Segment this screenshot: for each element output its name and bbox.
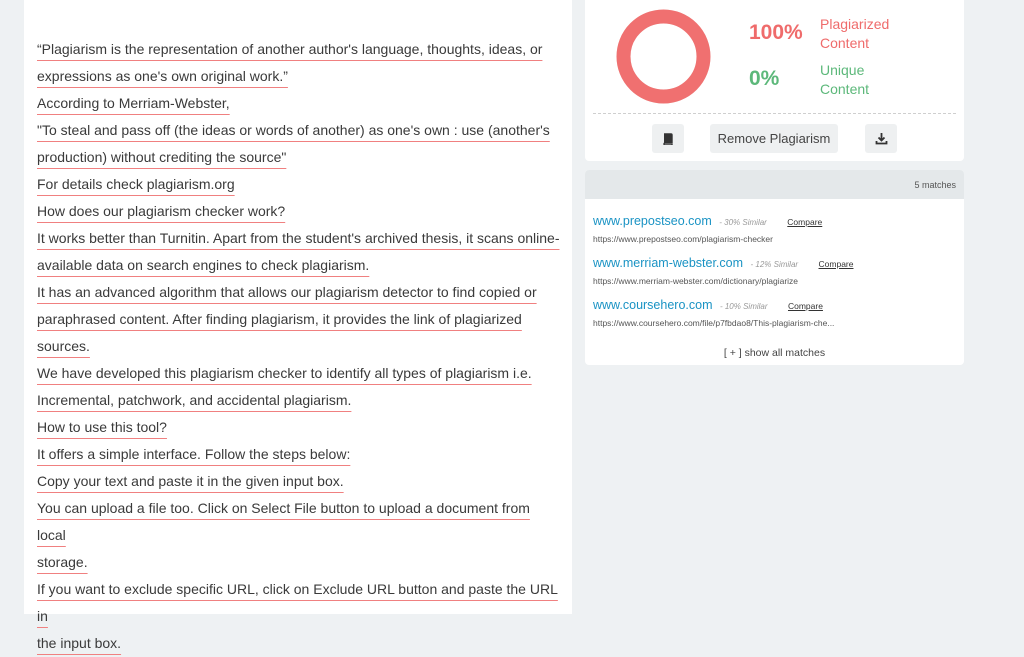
plagiarized-text-line: It works better than Turnitin. Apart fro…: [37, 230, 560, 246]
text-panel: “Plagiarism is the representation of ano…: [24, 0, 572, 651]
text-paragraph: “Plagiarism is the representation of ano…: [37, 36, 562, 90]
plagiarized-text-line: available data on search engines to chec…: [37, 257, 370, 273]
text-paragraph: How does our plagiarism checker work?: [37, 198, 562, 225]
plagiarized-text-line: If you want to exclude specific URL, cli…: [37, 581, 558, 624]
compare-link[interactable]: Compare: [787, 217, 822, 227]
text-paragraph: It offers a simple interface. Follow the…: [37, 441, 562, 468]
plagiarized-text-line: You can upload a file too. Click on Sele…: [37, 500, 530, 543]
download-icon: [875, 133, 887, 145]
plagiarized-text-line: It has an advanced algorithm that allows…: [37, 284, 537, 300]
match-url: https://www.prepostseo.com/plagiarism-ch…: [593, 234, 773, 244]
match-item: www.merriam-webster.com - 12% Similar Co…: [593, 254, 853, 286]
text-paragraph: According to Merriam-Webster,: [37, 90, 562, 117]
text-paragraph: "To steal and pass off (the ideas or wor…: [37, 117, 562, 171]
plagiarized-text-line: We have developed this plagiarism checke…: [37, 365, 532, 381]
text-paragraph: You can upload a file too. Click on Sele…: [37, 495, 562, 576]
text-paragraph: Copy your text and paste it in the given…: [37, 468, 562, 495]
plagiarized-percentage: 100%: [749, 21, 803, 44]
plagiarized-text-line: production) without crediting the source…: [37, 149, 287, 165]
checked-text: “Plagiarism is the representation of ano…: [37, 36, 562, 657]
text-paragraph: For details check plagiarism.org: [37, 171, 562, 198]
text-paragraph: It works better than Turnitin. Apart fro…: [37, 225, 562, 279]
unique-percentage: 0%: [749, 67, 780, 90]
plagiarized-text-line: Incremental, patchwork, and accidental p…: [37, 392, 352, 408]
compare-link[interactable]: Compare: [788, 301, 823, 311]
show-all-matches-link[interactable]: [ + ] show all matches: [585, 347, 964, 359]
download-button[interactable]: [865, 124, 897, 153]
text-paragraph: How to use this tool?: [37, 414, 562, 441]
matches-card: 5 matches www.prepostseo.com - 30% Simil…: [585, 170, 964, 365]
unique-label: Unique Content: [820, 62, 870, 97]
plagiarized-text-line: "To steal and pass off (the ideas or wor…: [37, 122, 550, 138]
result-card: 100% Plagiarized Content 0% Unique Conte…: [585, 0, 964, 161]
text-paragraph: We have developed this plagiarism checke…: [37, 360, 562, 414]
divider: [593, 113, 956, 114]
plagiarized-text-line: It offers a simple interface. Follow the…: [37, 446, 351, 462]
match-item: www.coursehero.com - 10% Similar Compare…: [593, 296, 834, 328]
match-similarity: - 12% Similar: [750, 260, 799, 269]
plagiarized-text-line: Copy your text and paste it in the given…: [37, 473, 344, 489]
book-button[interactable]: [652, 124, 684, 153]
match-item: www.prepostseo.com - 30% Similar Compare…: [593, 212, 822, 244]
match-domain-link[interactable]: www.coursehero.com: [593, 298, 713, 312]
plagiarized-label: Plagiarized Content: [820, 16, 890, 51]
compare-link[interactable]: Compare: [819, 259, 854, 269]
plagiarized-text-line: According to Merriam-Webster,: [37, 95, 230, 111]
plagiarized-text-line: the input box.: [37, 635, 122, 651]
plagiarized-text-line: How does our plagiarism checker work?: [37, 203, 286, 219]
plagiarized-text-line: For details check plagiarism.org: [37, 176, 235, 192]
book-icon: [663, 132, 673, 145]
match-similarity: - 10% Similar: [719, 302, 768, 311]
donut-plagiarized-arc: [616, 9, 711, 104]
plagiarized-text-line: How to use this tool?: [37, 419, 167, 435]
plagiarized-text-line: sources.: [37, 338, 90, 354]
plagiarized-text-line: “Plagiarism is the representation of ano…: [37, 41, 543, 57]
match-domain-link[interactable]: www.prepostseo.com: [593, 214, 712, 228]
match-url: https://www.coursehero.com/file/p7fbdao8…: [593, 318, 835, 328]
text-paragraph: If you want to exclude specific URL, cli…: [37, 576, 562, 657]
plagiarized-text-line: paraphrased content. After finding plagi…: [37, 311, 522, 327]
match-similarity: - 30% Similar: [719, 218, 767, 227]
plagiarism-donut-chart: [616, 9, 711, 104]
match-url: https://www.merriam-webster.com/dictiona…: [593, 276, 799, 286]
plagiarized-text-line: storage.: [37, 554, 88, 570]
remove-plagiarism-button[interactable]: Remove Plagiarism: [710, 124, 838, 153]
matches-count: 5 matches: [914, 179, 956, 190]
match-domain-link[interactable]: www.merriam-webster.com: [593, 256, 743, 270]
matches-header: 5 matches: [585, 170, 964, 199]
plagiarized-text-line: expressions as one's own original work.”: [37, 68, 288, 84]
text-paragraph: It has an advanced algorithm that allows…: [37, 279, 562, 360]
